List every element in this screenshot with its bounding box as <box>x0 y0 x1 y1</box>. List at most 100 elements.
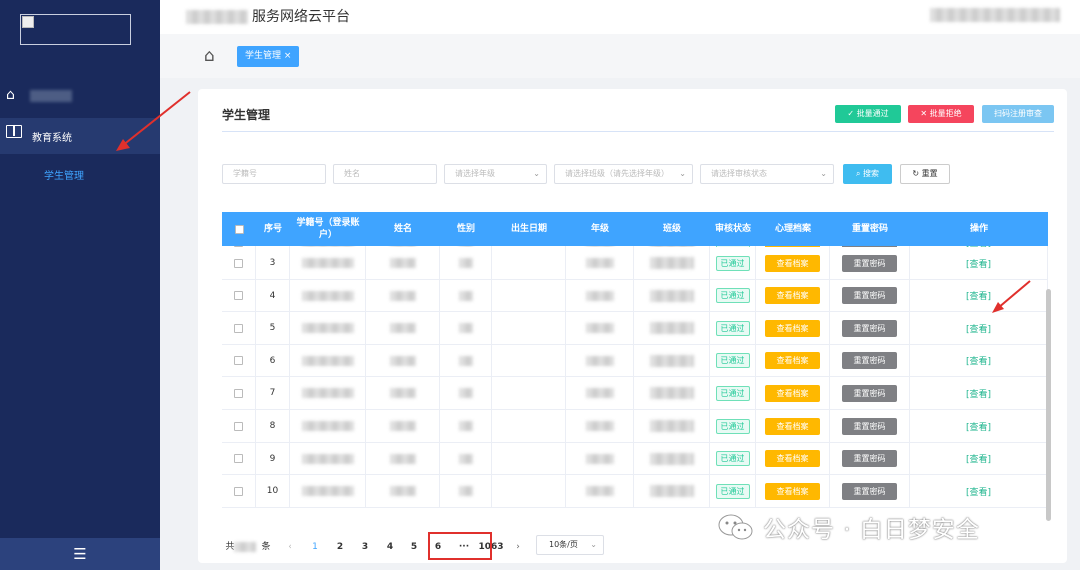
sidebar-item-education-system[interactable]: 教育系统 <box>0 118 160 154</box>
pagination-total-suffix: 条 <box>261 542 271 552</box>
row-checkbox[interactable] <box>222 247 256 279</box>
tab-student-management[interactable]: 学生管理 × <box>237 46 300 67</box>
sidebar: ⌂ 教育系统 学生管理 ☰ <box>0 0 160 570</box>
class-redacted <box>634 312 710 345</box>
student-no-input[interactable]: 学籍号 <box>222 164 326 184</box>
class-redacted <box>634 344 710 377</box>
view-link[interactable]: [查看] <box>910 410 1048 442</box>
reset-password-button[interactable]: 重置密码 <box>830 312 910 345</box>
grade-redacted <box>566 344 634 377</box>
name-redacted <box>366 475 440 508</box>
table-row: 3 已通过 查看档案 重置密码 [查看] <box>222 247 1048 280</box>
student-no-redacted <box>290 410 366 442</box>
page-button[interactable]: 2 <box>334 537 346 557</box>
view-archive-button[interactable]: 查看档案 <box>756 344 830 377</box>
chevron-down-icon: ⌄ <box>679 169 686 178</box>
sidebar-item-home[interactable]: ⌂ <box>0 84 160 110</box>
view-archive-button[interactable]: 查看档案 <box>756 247 830 279</box>
grade-redacted <box>566 247 634 279</box>
reset-password-button[interactable]: 重置密码 <box>830 410 910 442</box>
header-name: 姓名 <box>393 224 412 234</box>
status-badge: 已通过 <box>710 279 756 312</box>
row-checkbox[interactable] <box>222 312 256 345</box>
view-link[interactable]: [查看] <box>910 377 1048 410</box>
view-archive-button[interactable]: 查看档案 <box>756 279 830 312</box>
view-link[interactable]: [查看] <box>910 475 1048 508</box>
class-redacted <box>634 475 710 508</box>
view-link[interactable]: [查看] <box>910 442 1048 475</box>
view-link[interactable]: [查看] <box>910 344 1048 377</box>
row-no: 8 <box>256 410 290 442</box>
prev-page-icon[interactable]: ‹ <box>284 537 296 557</box>
view-archive-button[interactable]: 查看档案 <box>756 377 830 410</box>
status-badge: 已通过 <box>710 344 756 377</box>
watermark-text: 公众号 · 白日梦安全 <box>763 517 980 543</box>
reset-password-button[interactable]: 重置密码 <box>830 442 910 475</box>
close-icon[interactable]: × <box>284 51 292 61</box>
search-button[interactable]: ⌕ 搜索 <box>843 164 892 184</box>
grade-select[interactable]: 请选择年级 ⌄ <box>444 164 547 184</box>
user-info-redacted[interactable] <box>930 8 1060 22</box>
view-link[interactable]: [查看] <box>910 247 1048 279</box>
name-input[interactable]: 姓名 <box>333 164 437 184</box>
reset-button[interactable]: ↻ 重置 <box>900 164 950 184</box>
chevron-down-icon: ⌄ <box>820 169 827 178</box>
row-checkbox[interactable] <box>222 279 256 312</box>
grade-redacted <box>566 377 634 410</box>
page-size-select[interactable]: 10条/页 ⌄ <box>536 535 604 555</box>
reset-password-button[interactable]: 重置密码 <box>830 475 910 508</box>
reset-password-button[interactable]: 重置密码 <box>830 279 910 312</box>
reset-password-button[interactable]: 重置密码 <box>830 247 910 279</box>
view-archive-button[interactable]: 查看档案 <box>756 312 830 345</box>
reset-password-button[interactable]: 重置密码 <box>830 377 910 410</box>
name-redacted <box>366 279 440 312</box>
class-select[interactable]: 请选择班级（请先选择年级） ⌄ <box>554 164 693 184</box>
reset-password-button[interactable]: 重置密码 <box>830 344 910 377</box>
row-checkbox[interactable] <box>222 475 256 508</box>
table-scrollbar[interactable] <box>1046 289 1051 521</box>
page-button[interactable]: 3 <box>359 537 371 557</box>
view-archive-button[interactable]: 查看档案 <box>756 475 830 508</box>
row-no: 10 <box>256 475 290 508</box>
student-table: 2已通过查看档案重置密码[查看]3已通过查看档案重置密码[查看]4已通过查看档案… <box>222 212 1048 520</box>
grade-redacted <box>566 410 634 442</box>
header-class: 班级 <box>662 224 681 234</box>
sidebar-item-student-management[interactable]: 学生管理 <box>44 167 84 182</box>
gender-redacted <box>440 475 492 508</box>
row-no: 9 <box>256 442 290 475</box>
view-archive-button[interactable]: 查看档案 <box>756 410 830 442</box>
collapse-menu-icon[interactable]: ☰ <box>0 538 160 570</box>
home-icon[interactable]: ⌂ <box>204 46 215 66</box>
view-archive-button[interactable]: 查看档案 <box>756 442 830 475</box>
gender-redacted <box>440 442 492 475</box>
student-no-redacted <box>290 312 366 345</box>
refresh-icon: ↻ <box>912 169 920 178</box>
book-icon <box>6 125 22 138</box>
row-checkbox[interactable] <box>222 442 256 475</box>
row-checkbox[interactable] <box>222 344 256 377</box>
next-page-icon[interactable]: › <box>512 537 524 557</box>
class-redacted <box>634 247 710 279</box>
birthdate-cell <box>492 442 566 475</box>
select-all-checkbox[interactable] <box>222 212 256 246</box>
view-link[interactable]: [查看] <box>910 312 1048 345</box>
name-redacted <box>366 344 440 377</box>
page-button[interactable]: 5 <box>408 537 420 557</box>
row-checkbox[interactable] <box>222 410 256 442</box>
batch-pass-button[interactable]: ✓ 批量通过 <box>835 105 901 123</box>
main-card: 学生管理 ✓ 批量通过 ✕ 批量拒绝 扫码注册审查 学籍号 姓名 请选择年级 ⌄ … <box>198 89 1067 563</box>
top-header: 服务网络云平台 <box>160 0 1080 34</box>
view-link[interactable]: [查看] <box>910 279 1048 312</box>
scan-register-review-button[interactable]: 扫码注册审查 <box>982 105 1054 123</box>
page-button[interactable]: 4 <box>384 537 396 557</box>
name-redacted <box>366 410 440 442</box>
row-checkbox[interactable] <box>222 377 256 410</box>
page-button[interactable]: 1 <box>309 537 321 557</box>
review-status-select[interactable]: 请选择审核状态 ⌄ <box>700 164 834 184</box>
birthdate-cell <box>492 410 566 442</box>
status-badge: 已通过 <box>710 377 756 410</box>
batch-reject-button[interactable]: ✕ 批量拒绝 <box>908 105 974 123</box>
header-actions: 操作 <box>969 224 988 234</box>
student-no-redacted <box>290 475 366 508</box>
gender-redacted <box>440 377 492 410</box>
